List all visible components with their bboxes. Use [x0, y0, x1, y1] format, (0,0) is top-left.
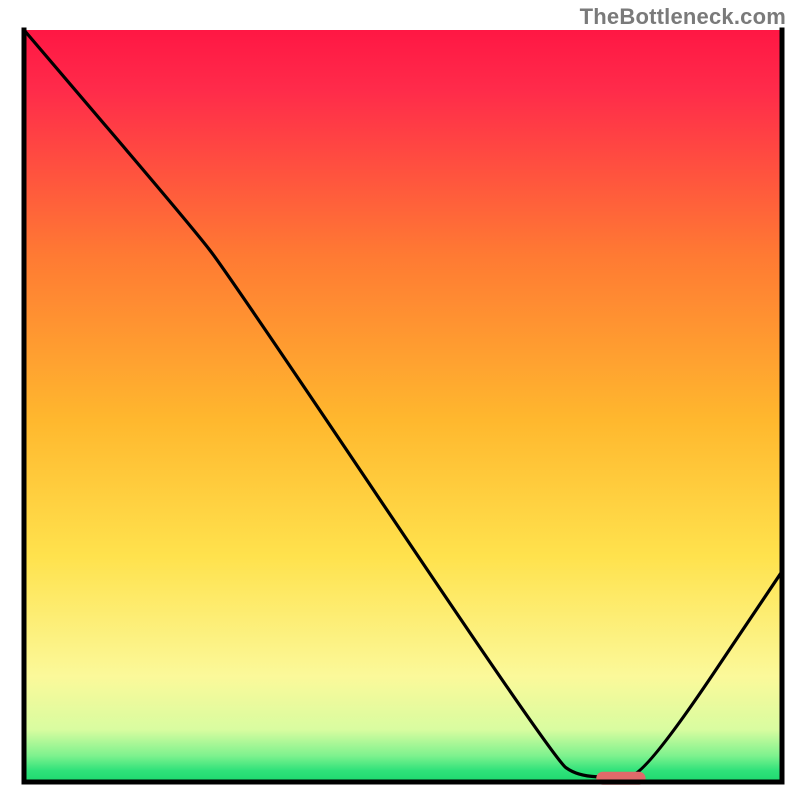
bottleneck-chart — [0, 0, 800, 800]
gradient-background — [24, 30, 782, 782]
chart-container: TheBottleneck.com — [0, 0, 800, 800]
watermark-text: TheBottleneck.com — [580, 4, 786, 30]
